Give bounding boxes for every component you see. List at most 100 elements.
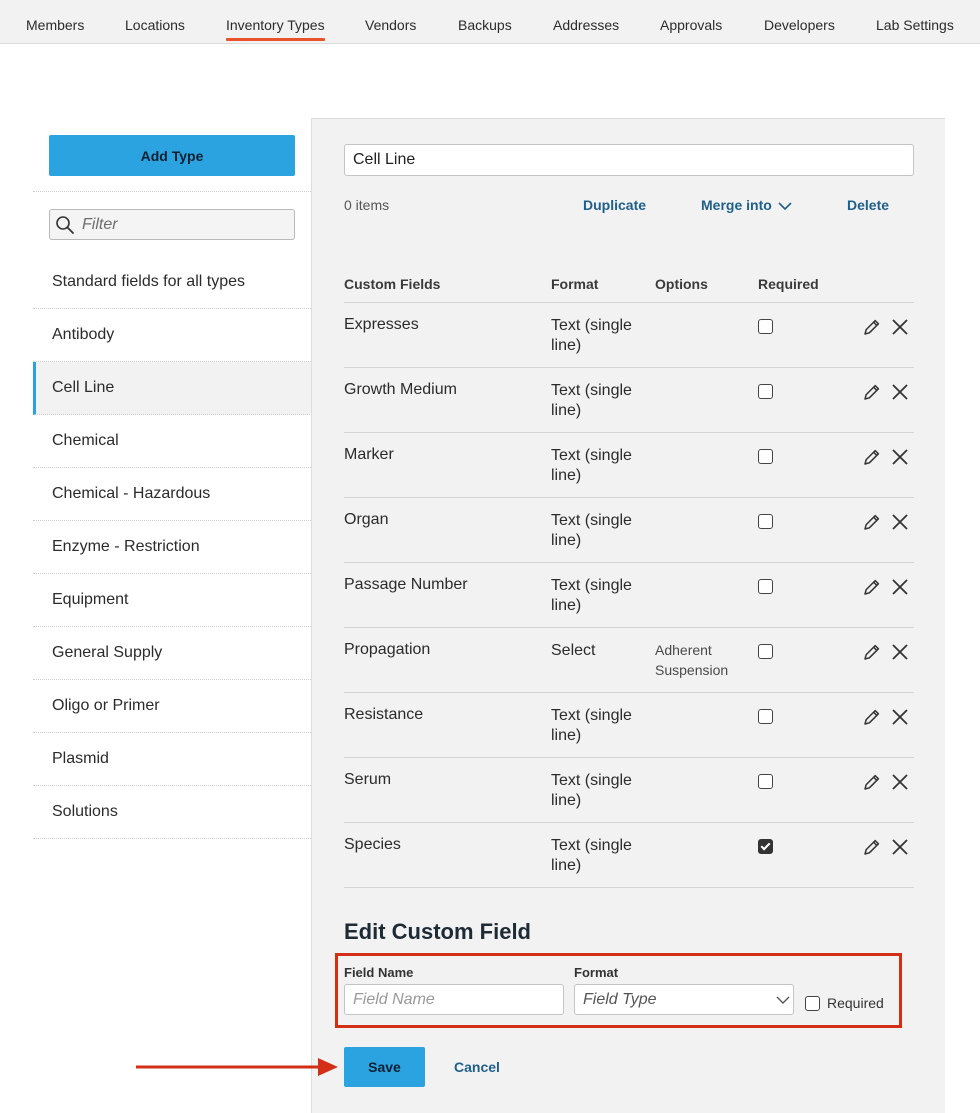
close-icon[interactable] bbox=[890, 837, 910, 857]
field-name-organ: Organ bbox=[344, 511, 389, 528]
sidebar-item-oligo-or-primer[interactable]: Oligo or Primer bbox=[33, 680, 311, 733]
pencil-icon[interactable] bbox=[862, 317, 882, 337]
field-format: Text (single line) bbox=[551, 317, 632, 354]
pencil-icon[interactable] bbox=[862, 707, 882, 727]
tab-approvals[interactable]: Approvals bbox=[660, 17, 722, 33]
required-checkbox[interactable] bbox=[758, 774, 773, 789]
merge-into-label: Merge into bbox=[701, 197, 772, 213]
pencil-icon[interactable] bbox=[862, 837, 882, 857]
sidebar-item-antibody[interactable]: Antibody bbox=[33, 309, 311, 362]
tab-developers[interactable]: Developers bbox=[764, 17, 835, 33]
filter-box bbox=[49, 209, 295, 240]
field-format: Text (single line) bbox=[551, 772, 632, 809]
chevron-down-icon bbox=[778, 202, 792, 211]
field-format: Text (single line) bbox=[551, 382, 632, 419]
table-row: Marker Text (single line) bbox=[344, 432, 914, 497]
table-row: Expresses Text (single line) bbox=[344, 302, 914, 367]
pencil-icon[interactable] bbox=[862, 772, 882, 792]
sidebar-item-standard-fields[interactable]: Standard fields for all types bbox=[33, 256, 311, 309]
format-select-value: Field Type bbox=[583, 990, 657, 1008]
field-name-expresses: Expresses bbox=[344, 316, 419, 333]
sidebar-item-chemical[interactable]: Chemical bbox=[33, 415, 311, 468]
close-icon[interactable] bbox=[890, 447, 910, 467]
edit-field-title: Edit Custom Field bbox=[344, 919, 531, 944]
field-name-input[interactable] bbox=[344, 984, 564, 1015]
close-icon[interactable] bbox=[890, 382, 910, 402]
save-button[interactable]: Save bbox=[344, 1047, 425, 1087]
format-select[interactable]: Field Type bbox=[574, 984, 794, 1015]
sidebar-item-chemical-hazardous[interactable]: Chemical - Hazardous bbox=[33, 468, 311, 521]
tab-addresses[interactable]: Addresses bbox=[553, 17, 619, 33]
search-icon bbox=[56, 216, 74, 234]
tab-vendors[interactable]: Vendors bbox=[365, 17, 416, 33]
required-checkbox[interactable] bbox=[758, 384, 773, 399]
type-detail-panel: 0 items Duplicate Merge into Delete Cust… bbox=[311, 118, 945, 1113]
type-sidebar: Add Type Standard fields for all types A… bbox=[33, 118, 312, 1113]
duplicate-link[interactable]: Duplicate bbox=[583, 197, 646, 213]
divider bbox=[33, 191, 311, 192]
field-format: Select bbox=[551, 642, 596, 659]
field-name-propagation: Propagation bbox=[344, 641, 431, 658]
table-row: Species Text (single line) bbox=[344, 822, 914, 887]
close-icon[interactable] bbox=[890, 577, 910, 597]
sidebar-item-equipment[interactable]: Equipment bbox=[33, 574, 311, 627]
field-name-marker: Marker bbox=[344, 446, 394, 463]
table-row: Resistance Text (single line) bbox=[344, 692, 914, 757]
sidebar-item-enzyme-restriction[interactable]: Enzyme - Restriction bbox=[33, 521, 311, 574]
sidebar-item-general-supply[interactable]: General Supply bbox=[33, 627, 311, 680]
sidebar-item-solutions[interactable]: Solutions bbox=[33, 786, 311, 839]
pencil-icon[interactable] bbox=[862, 447, 882, 467]
pencil-icon[interactable] bbox=[862, 382, 882, 402]
field-format: Text (single line) bbox=[551, 707, 632, 744]
field-name-resistance: Resistance bbox=[344, 706, 424, 723]
required-checkbox[interactable] bbox=[758, 514, 773, 529]
close-icon[interactable] bbox=[890, 772, 910, 792]
col-header-options: Options bbox=[655, 276, 708, 292]
sidebar-item-cell-line[interactable]: Cell Line bbox=[33, 362, 312, 415]
required-checkbox[interactable] bbox=[758, 644, 773, 659]
field-name-serum: Serum bbox=[344, 771, 392, 788]
required-checkbox[interactable] bbox=[758, 449, 773, 464]
close-icon[interactable] bbox=[890, 707, 910, 727]
field-name-label: Field Name bbox=[344, 965, 414, 980]
field-options: Adherent Suspension bbox=[655, 642, 729, 678]
cancel-link[interactable]: Cancel bbox=[454, 1059, 500, 1075]
field-format: Text (single line) bbox=[551, 837, 632, 874]
pencil-icon[interactable] bbox=[862, 512, 882, 532]
chevron-down-icon bbox=[776, 996, 790, 1004]
required-label: Required bbox=[827, 995, 884, 1011]
close-icon[interactable] bbox=[890, 642, 910, 662]
merge-into-dropdown[interactable]: Merge into bbox=[701, 197, 792, 213]
pencil-icon[interactable] bbox=[862, 577, 882, 597]
arrow-right-icon bbox=[136, 1058, 338, 1076]
field-format: Text (single line) bbox=[551, 512, 632, 549]
required-checkbox[interactable] bbox=[758, 839, 773, 854]
tab-inventory-types[interactable]: Inventory Types bbox=[226, 17, 325, 41]
sidebar-item-plasmid[interactable]: Plasmid bbox=[33, 733, 311, 786]
close-icon[interactable] bbox=[890, 512, 910, 532]
required-checkbox[interactable] bbox=[758, 319, 773, 334]
delete-link[interactable]: Delete bbox=[847, 197, 889, 213]
table-row: Growth Medium Text (single line) bbox=[344, 367, 914, 432]
table-divider bbox=[344, 887, 914, 888]
close-icon[interactable] bbox=[890, 317, 910, 337]
field-name-passage-number: Passage Number bbox=[344, 576, 468, 593]
tab-locations[interactable]: Locations bbox=[125, 17, 185, 33]
col-header-format: Format bbox=[551, 276, 599, 292]
required-checkbox[interactable] bbox=[758, 709, 773, 724]
table-row: Serum Text (single line) bbox=[344, 757, 914, 822]
item-count: 0 items bbox=[344, 197, 390, 213]
required-checkbox[interactable] bbox=[758, 579, 773, 594]
type-name-input[interactable] bbox=[344, 144, 914, 176]
filter-input[interactable] bbox=[82, 210, 290, 239]
tab-backups[interactable]: Backups bbox=[458, 17, 512, 33]
col-header-required: Required bbox=[758, 276, 819, 292]
field-name-species: Species bbox=[344, 836, 401, 853]
tab-lab-settings[interactable]: Lab Settings bbox=[876, 17, 954, 33]
top-nav: Members Locations Inventory Types Vendor… bbox=[0, 0, 980, 44]
field-name-growth-medium: Growth Medium bbox=[344, 381, 457, 398]
pencil-icon[interactable] bbox=[862, 642, 882, 662]
add-type-button[interactable]: Add Type bbox=[49, 135, 295, 176]
required-checkbox[interactable] bbox=[805, 996, 820, 1011]
tab-members[interactable]: Members bbox=[26, 17, 84, 33]
